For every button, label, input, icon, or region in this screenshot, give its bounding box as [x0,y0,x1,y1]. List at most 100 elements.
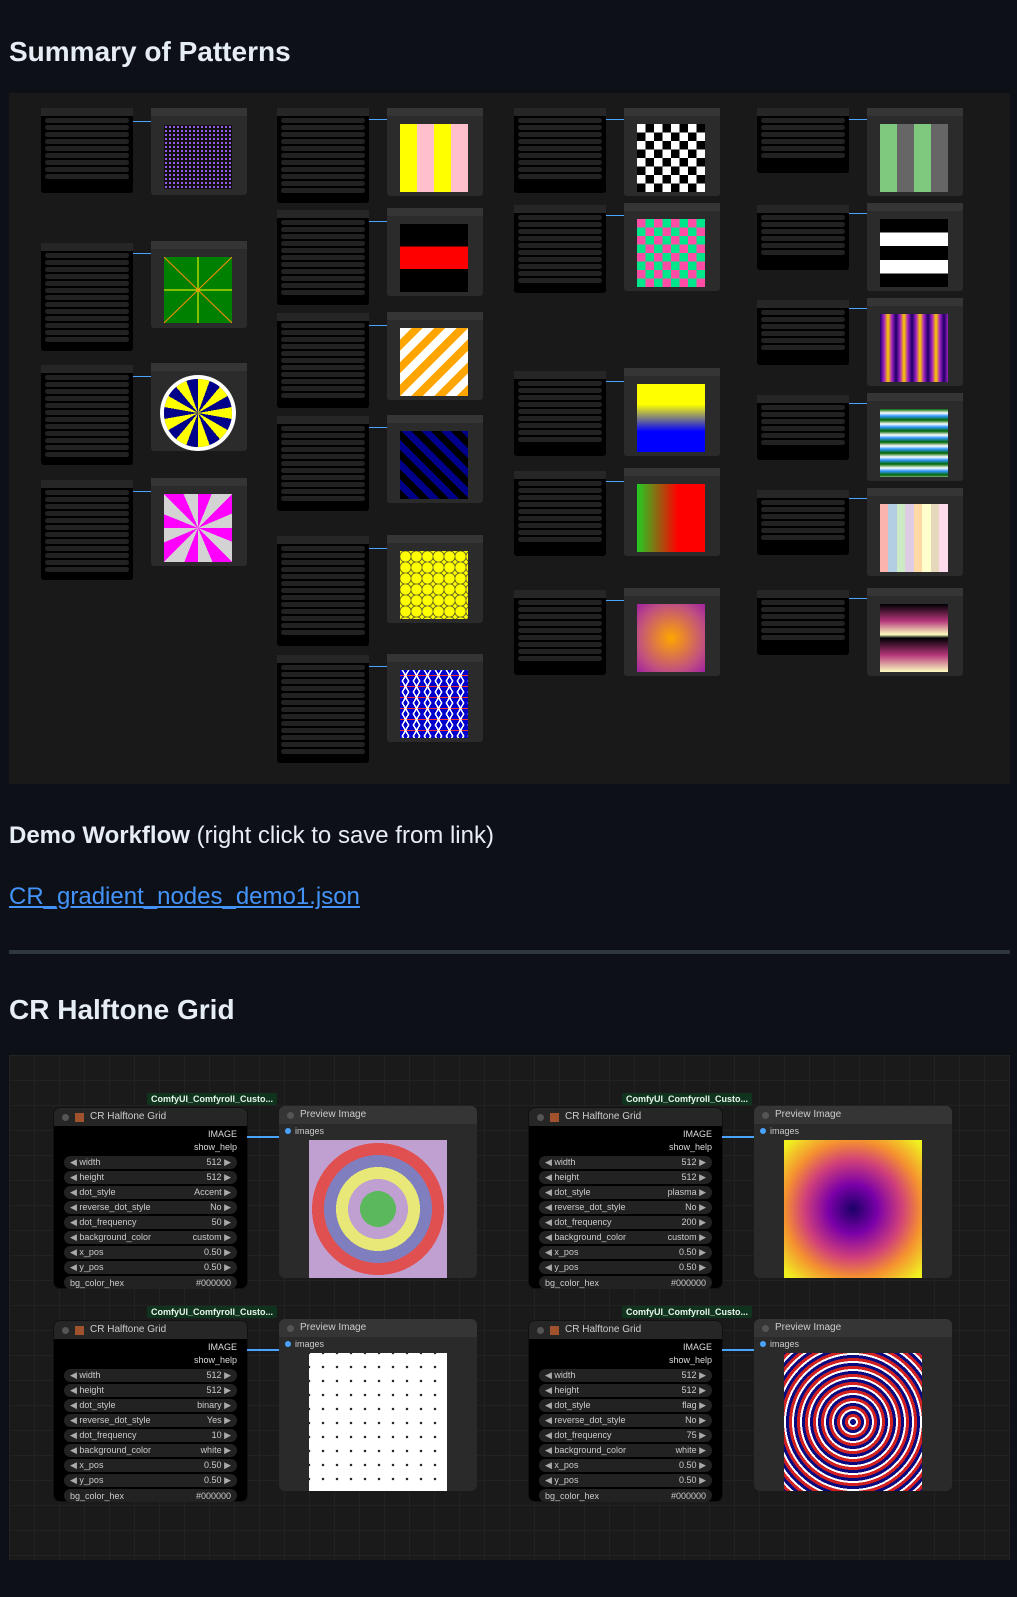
mini-preview [151,241,247,328]
collapse-dot-icon[interactable] [287,1324,294,1332]
node-color-icon [550,1112,559,1122]
halftone-grid-node[interactable]: CR Halftone Grid IMAGEshow_help width512 he… [529,1321,722,1502]
section-title-halftone: CR Halftone Grid [9,994,235,1025]
widget-height[interactable]: height512 [64,1384,237,1397]
node-title: CR Halftone Grid [90,1324,167,1335]
demo-workflow-label: Demo Workflow (right click to save from … [9,822,494,849]
node-color-icon [75,1112,84,1122]
widget-dot-frequency[interactable]: dot_frequency75 [539,1429,712,1442]
widget-dot-style[interactable]: dot_styleplasma [539,1186,712,1199]
collapse-dot-icon[interactable] [537,1113,544,1121]
preview-image [309,1140,447,1278]
preview-title: Preview Image [300,1322,367,1333]
patterns-overview-screenshot [9,93,1010,784]
preview-title: Preview Image [775,1322,842,1333]
preview-input-label: images [295,1126,325,1136]
widget-dot-style[interactable]: dot_styleflag [539,1399,712,1412]
mini-node [41,243,133,351]
output-image-label[interactable]: IMAGE [529,1341,712,1354]
widget-y-pos[interactable]: y_pos0.50 [539,1474,712,1487]
widget-y-pos[interactable]: y_pos0.50 [539,1261,712,1274]
widget-reverse-dot-style[interactable]: reverse_dot_styleNo [539,1414,712,1427]
widget-background-color[interactable]: background_colorwhite [64,1444,237,1457]
collapse-dot-icon[interactable] [762,1111,769,1119]
preview-image-node[interactable]: Preview Image images [279,1319,477,1491]
halftone-grid-screenshot: ComfyUI_Comfyroll_Custo... CR Halftone Gr… [9,1055,1010,1560]
widget-y-pos[interactable]: y_pos0.50 [64,1261,237,1274]
collapse-dot-icon[interactable] [287,1111,294,1119]
collapse-dot-icon[interactable] [62,1113,69,1121]
custom-nodes-badge: ComfyUI_Comfyroll_Custo... [622,1306,753,1318]
widget-dot-frequency[interactable]: dot_frequency50 [64,1216,237,1229]
input-socket-icon[interactable] [285,1128,291,1134]
widget-height[interactable]: height512 [64,1171,237,1184]
widget-reverse-dot-style[interactable]: reverse_dot_styleNo [64,1201,237,1214]
preview-image-node[interactable]: Preview Image images [754,1106,952,1278]
output-image-label[interactable]: IMAGE [54,1341,237,1354]
widget-width[interactable]: width512 [64,1156,237,1169]
widget-background-color[interactable]: background_colorwhite [539,1444,712,1457]
widget-y-pos[interactable]: y_pos0.50 [64,1474,237,1487]
mini-preview [151,108,247,195]
output-show-help-label[interactable]: show_help [54,1141,237,1154]
preview-image-node[interactable]: Preview Image images [279,1106,477,1278]
mini-node [41,365,133,465]
collapse-dot-icon[interactable] [62,1326,69,1334]
widget-dot-frequency[interactable]: dot_frequency10 [64,1429,237,1442]
widget-width[interactable]: width512 [539,1156,712,1169]
halftone-grid-node[interactable]: CR Halftone Grid IMAGEshow_help width512 he… [54,1108,247,1289]
preview-image [784,1140,922,1278]
output-show-help-label[interactable]: show_help [529,1141,712,1154]
widget-bg-color-hex[interactable]: bg_color_hex #000000 [539,1489,712,1502]
preview-title: Preview Image [775,1109,842,1120]
output-image-label[interactable]: IMAGE [529,1128,712,1141]
collapse-dot-icon[interactable] [537,1326,544,1334]
node-color-icon [75,1325,84,1335]
section-title-summary: Summary of Patterns [9,36,291,67]
input-socket-icon[interactable] [285,1341,291,1347]
preview-input-label: images [295,1339,325,1349]
output-show-help-label[interactable]: show_help [54,1354,237,1367]
widget-x-pos[interactable]: x_pos0.50 [539,1459,712,1472]
widget-bg-color-hex[interactable]: bg_color_hex #000000 [64,1489,237,1502]
mini-node [41,108,133,193]
divider [9,950,1010,954]
preview-input-label: images [770,1126,800,1136]
widget-dot-style[interactable]: dot_styleAccent [64,1186,237,1199]
input-socket-icon[interactable] [760,1341,766,1347]
widget-x-pos[interactable]: x_pos0.50 [64,1459,237,1472]
widget-height[interactable]: height512 [539,1384,712,1397]
widget-bg-color-hex[interactable]: bg_color_hex #000000 [64,1276,237,1289]
node-title: CR Halftone Grid [565,1324,642,1335]
widget-bg-color-hex[interactable]: bg_color_hex #000000 [539,1276,712,1289]
preview-image-node[interactable]: Preview Image images [754,1319,952,1491]
widget-reverse-dot-style[interactable]: reverse_dot_styleYes [64,1414,237,1427]
input-socket-icon[interactable] [760,1128,766,1134]
widget-width[interactable]: width512 [64,1369,237,1382]
widget-reverse-dot-style[interactable]: reverse_dot_styleNo [539,1201,712,1214]
mini-node [41,480,133,580]
preview-title: Preview Image [300,1109,367,1120]
node-title: CR Halftone Grid [90,1111,167,1122]
widget-x-pos[interactable]: x_pos0.50 [539,1246,712,1259]
halftone-grid-node[interactable]: CR Halftone Grid IMAGEshow_help width512 he… [529,1108,722,1289]
widget-height[interactable]: height512 [539,1171,712,1184]
widget-x-pos[interactable]: x_pos0.50 [64,1246,237,1259]
widget-background-color[interactable]: background_colorcustom [539,1231,712,1244]
output-show-help-label[interactable]: show_help [529,1354,712,1367]
widget-background-color[interactable]: background_colorcustom [64,1231,237,1244]
output-image-label[interactable]: IMAGE [54,1128,237,1141]
node-title: CR Halftone Grid [565,1111,642,1122]
widget-dot-frequency[interactable]: dot_frequency200 [539,1216,712,1229]
mini-preview [151,363,247,451]
halftone-grid-node[interactable]: CR Halftone Grid IMAGEshow_help width512 he… [54,1321,247,1502]
custom-nodes-badge: ComfyUI_Comfyroll_Custo... [147,1093,278,1105]
widget-width[interactable]: width512 [539,1369,712,1382]
preview-image [784,1353,922,1491]
demo-workflow-link[interactable]: CR_gradient_nodes_demo1.json [9,883,360,911]
collapse-dot-icon[interactable] [762,1324,769,1332]
preview-image [309,1353,447,1491]
mini-preview [151,478,247,566]
preview-input-label: images [770,1339,800,1349]
widget-dot-style[interactable]: dot_stylebinary [64,1399,237,1412]
